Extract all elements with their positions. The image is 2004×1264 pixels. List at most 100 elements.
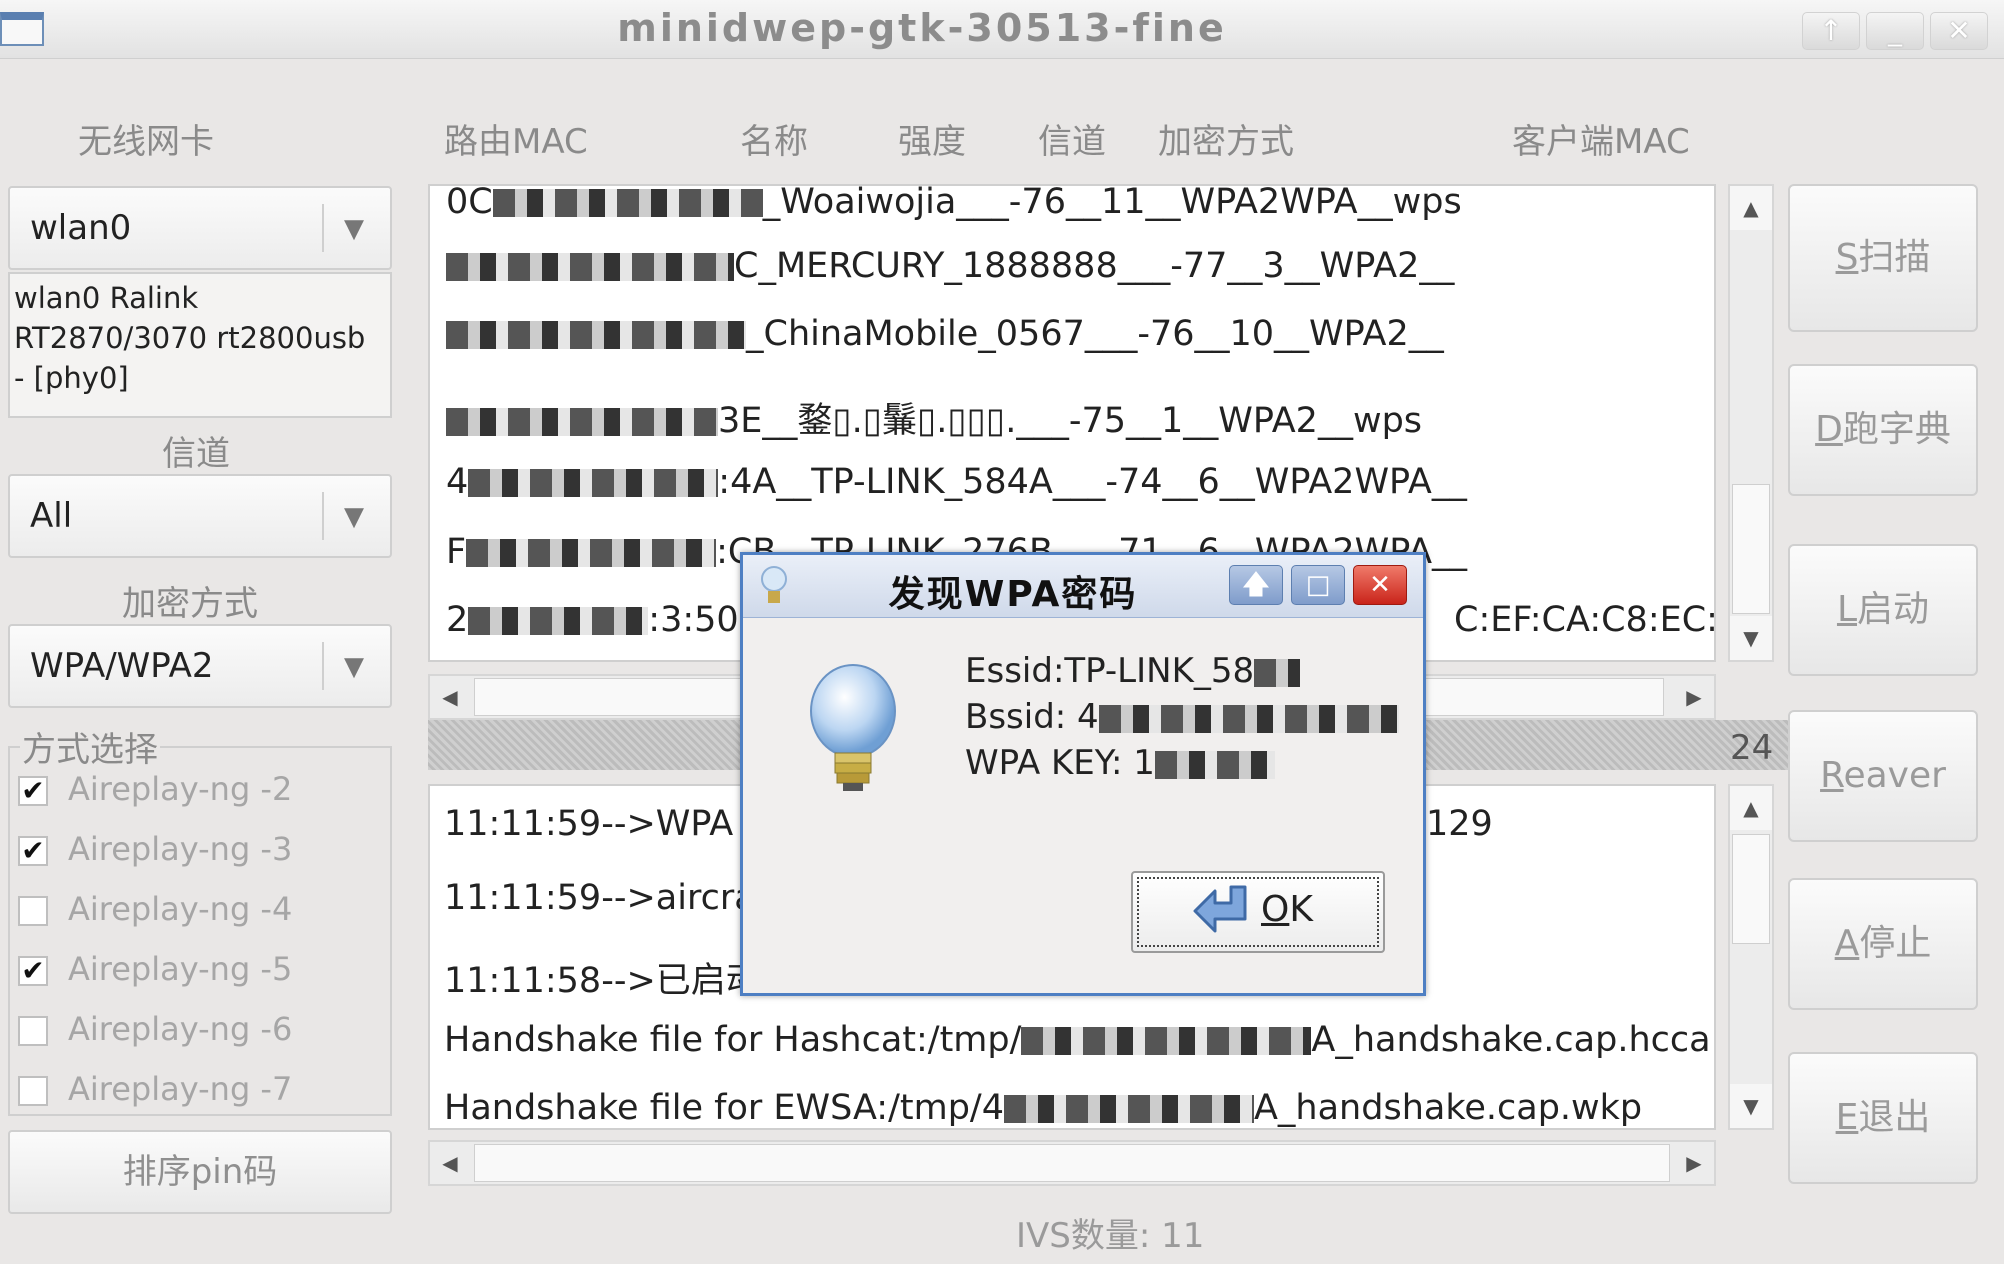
ivs-count: IVS数量: 11 [1016,1216,1205,1256]
sort-pin-button[interactable]: 排序pin码 [8,1130,392,1214]
col-strength: 强度 [898,122,966,162]
wireless-card-value: wlan0 [30,208,132,248]
ok-button[interactable]: OK [1131,871,1385,953]
checkbox[interactable] [18,1076,48,1106]
redacted-text [1154,750,1275,779]
redacted-text [1254,658,1301,687]
scroll-up-icon[interactable]: ▲ [1730,786,1772,830]
method-label: Aireplay-ng -3 [68,830,293,868]
log-line: Handshake file for EWSA:/tmp/4 A_handshak… [444,1088,1643,1128]
ok-label: OK [1261,889,1313,930]
ap-list-vscroll[interactable]: ▲ ▼ [1728,184,1774,662]
combo-separator [322,492,324,540]
log-hscroll[interactable]: ◀ ▶ [428,1140,1716,1186]
scroll-down-icon[interactable]: ▼ [1730,1084,1772,1128]
return-arrow-icon [1193,885,1247,933]
card-desc-line: - [phy0] [14,361,129,395]
list-item[interactable]: _ChinaMobile_0567___-76__10__WPA2__ [446,314,1444,354]
minimize-button[interactable]: _ [1866,12,1924,50]
method-label: Aireplay-ng -4 [68,890,293,928]
window-title: minidwep-gtk-30513-fine [617,6,1227,50]
dialog-title-bar[interactable]: 发现WPA密码 🡅 □ ✕ [743,555,1423,618]
redacted-mac [468,469,719,497]
wpa-found-dialog: 发现WPA密码 🡅 □ ✕ Essid:TP-LINK_58 Bssid: 4 … [740,552,1426,996]
close-button[interactable]: ✕ [1930,12,1988,50]
combo-separator [322,204,324,252]
method-select-label: 方式选择 [20,722,160,771]
dialog-up-button[interactable]: 🡅 [1229,565,1283,605]
encryption-label: 加密方式 [122,584,258,624]
method-label: Aireplay-ng -6 [68,1010,293,1048]
title-bar: minidwep-gtk-30513-fine ↑ _ ✕ [0,0,2004,59]
exit-button[interactable]: E退出 [1788,1052,1978,1184]
channel-value: All [30,496,73,536]
method-label: Aireplay-ng -2 [68,770,293,808]
log-line: Handshake file for Hashcat:/tmp/A_handsh… [444,1020,1711,1060]
scroll-right-icon[interactable]: ▶ [1674,676,1714,718]
method-label: Aireplay-ng -7 [68,1070,293,1108]
scroll-up-icon[interactable]: ▲ [1730,186,1772,230]
channel-combo[interactable]: All ▼ [8,474,392,558]
redacted-text [1098,704,1399,733]
col-client-mac: 客户端MAC [1512,122,1690,162]
list-item[interactable]: 0C _Woaiwojia___-76__11__WPA2WPA__wps [446,186,1462,222]
scroll-left-icon[interactable]: ◀ [430,1142,470,1184]
checkbox[interactable] [18,896,48,926]
log-line: 11:11:58-->已启动 [444,961,761,1001]
start-button[interactable]: L启动 [1788,544,1978,676]
scroll-down-icon[interactable]: ▼ [1730,616,1772,660]
log-vscroll[interactable]: ▲ ▼ [1728,784,1774,1130]
redacted-mac [466,539,717,567]
list-item[interactable]: 4:4A__TP-LINK_584A___-74__6__WPA2WPA__ [446,462,1467,502]
wpa-key-line: WPA KEY: 1 [965,743,1275,783]
dialog-title: 发现WPA密码 [888,574,1138,615]
redacted-mac [492,189,763,217]
redacted-mac [446,408,718,436]
chevron-down-icon[interactable]: ▼ [344,502,364,532]
chevron-down-icon[interactable]: ▼ [344,214,364,244]
scroll-right-icon[interactable]: ▶ [1674,1142,1714,1184]
scroll-thumb[interactable] [1732,834,1770,944]
redacted-path [1003,1095,1254,1123]
list-item[interactable]: C_MERCURY_1888888___-77__3__WPA2__ [446,246,1454,286]
redacted-mac [446,253,734,281]
wireless-card-combo[interactable]: wlan0 ▼ [8,186,392,270]
chevron-down-icon[interactable]: ▼ [344,652,364,682]
dialog-maximize-button[interactable]: □ [1291,565,1345,605]
checkbox[interactable]: ✔ [18,836,48,866]
redacted-mac [446,321,746,349]
col-encryption: 加密方式 [1158,122,1294,162]
col-name: 名称 [740,122,808,162]
lightbulb-icon [810,664,896,791]
scan-button[interactable]: S扫描 [1788,184,1978,332]
checkbox[interactable]: ✔ [18,776,48,806]
scroll-left-icon[interactable]: ◀ [430,676,470,718]
wireless-card-description: wlan0 Ralink RT2870/3070 rt2800usb - [ph… [8,272,392,418]
card-desc-line: RT2870/3070 rt2800usb [14,321,366,355]
card-desc-line: wlan0 Ralink [14,281,199,315]
method-label: Aireplay-ng -5 [68,950,293,988]
list-item[interactable]: 3E__鍪▯.▯鬑▯.▯▯▯.___-75__1__WPA2__wps [446,392,1422,443]
dialog-close-button[interactable]: ✕ [1353,565,1407,605]
log-line: 11:11:59-->aircrac [444,878,775,918]
channel-label: 信道 [162,434,230,474]
checkbox[interactable]: ✔ [18,956,48,986]
encryption-value: WPA/WPA2 [30,646,214,686]
scroll-thumb[interactable] [1732,484,1770,614]
list-item[interactable]: 2:3:50C:EF:CA:C8:EC:B3 [446,600,1714,640]
method-select-frame: ✔ Aireplay-ng -2 ✔ Aireplay-ng -3 Airepl… [8,746,392,1116]
essid-line: Essid:TP-LINK_58 [965,651,1301,691]
progress-value: 24 [1730,728,1774,768]
scroll-thumb[interactable] [474,1144,1670,1182]
redacted-mac [468,607,649,635]
combo-separator [322,642,324,690]
stop-button[interactable]: A停止 [1788,878,1978,1010]
bssid-line: Bssid: 4 [965,697,1399,737]
checkbox[interactable] [18,1016,48,1046]
dictionary-button[interactable]: D跑字典 [1788,364,1978,496]
maximize-up-button[interactable]: ↑ [1802,12,1860,50]
encryption-combo[interactable]: WPA/WPA2 ▼ [8,624,392,708]
reaver-button[interactable]: Reaver [1788,710,1978,842]
log-line: 11:11:59-->WPA K 129 [444,804,1493,844]
redacted-path [1021,1027,1312,1055]
